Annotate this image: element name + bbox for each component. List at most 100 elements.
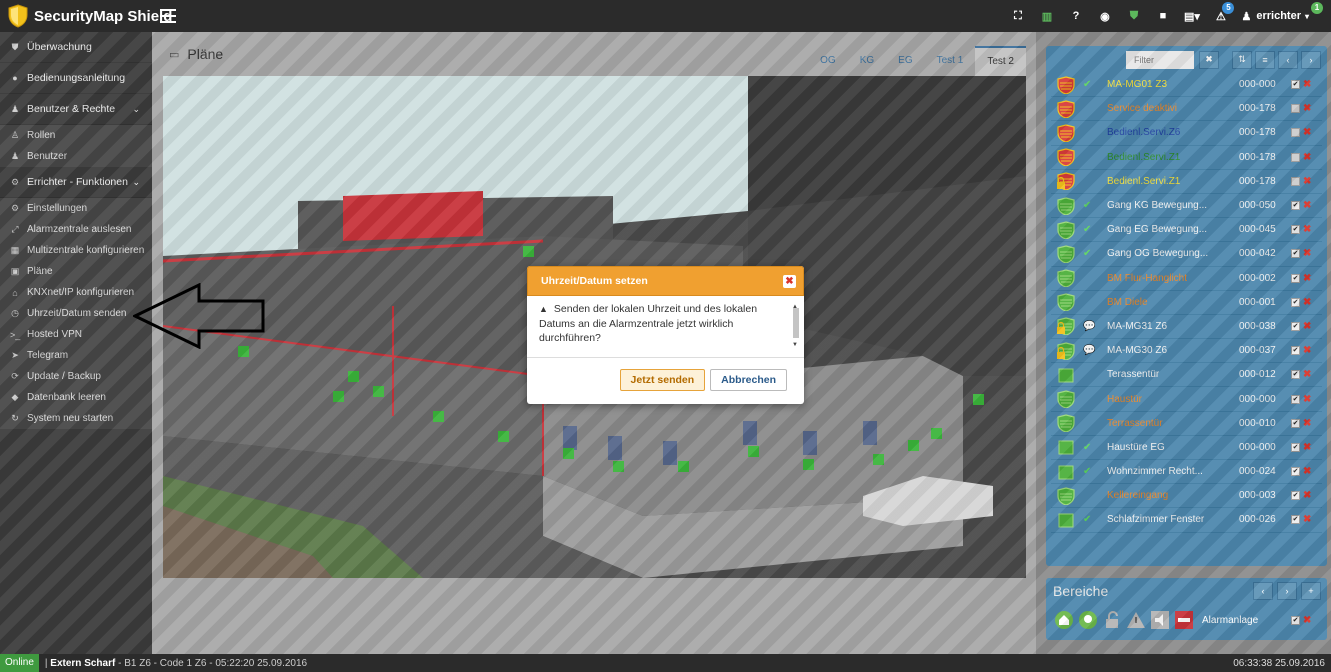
sidebar-item-settings[interactable]: ⚙ Einstellungen	[0, 198, 152, 219]
sidebar-item-read[interactable]: ⤢ Alarmzentrale auslesen	[0, 219, 152, 240]
scroll-down-icon[interactable]: ▼	[792, 338, 798, 353]
shield-status-icon[interactable]: ⛊	[1119, 0, 1148, 32]
zone-checkbox[interactable]: ✔	[1291, 418, 1300, 428]
sidebar-item-user[interactable]: ♟ Benutzer	[0, 146, 152, 167]
zone-delete-icon[interactable]: ✖	[1303, 224, 1311, 235]
zone-delete-icon[interactable]: ✖	[1303, 273, 1311, 284]
zone-checkbox[interactable]: ✔	[1291, 249, 1300, 259]
unlock-icon[interactable]	[1102, 610, 1122, 630]
zone-checkbox[interactable]: ✔	[1291, 273, 1300, 283]
zone-row[interactable]: Terrassentür 000-010 ✔ ✖	[1051, 412, 1322, 436]
zone-checkbox[interactable]: ✔	[1291, 515, 1300, 525]
zone-checkbox[interactable]: ✔	[1291, 442, 1300, 452]
zone-row[interactable]: Service deaktivi 000-178 ✔✖	[1051, 97, 1322, 122]
sidebar-item-telegram[interactable]: ➤ Telegram	[0, 345, 152, 366]
fullscreen-icon[interactable]: ⛶	[1003, 0, 1032, 32]
zone-checkbox[interactable]: ✔	[1291, 370, 1300, 380]
zone-row[interactable]: Bedienl.Servi.Z1 000-178 ✔✖	[1051, 146, 1322, 170]
zone-row[interactable]: Bedienl.Servi.Z1 000-178 ✔✖	[1051, 170, 1322, 194]
areas-add-button[interactable]: +	[1301, 582, 1321, 600]
zone-delete-icon[interactable]: ✖	[1303, 176, 1311, 187]
zone-checkbox[interactable]: ✔	[1291, 467, 1300, 477]
filter-input[interactable]	[1126, 50, 1194, 69]
zone-checkbox[interactable]: ✔	[1291, 346, 1300, 356]
zone-row[interactable]: ✔ MA-MG01 Z3 000-000 ✔ ✖	[1051, 73, 1322, 98]
zone-row[interactable]: Bedienl.Servi.Z6 000-178 ✔✖	[1051, 121, 1322, 146]
scroll-thumb[interactable]	[793, 308, 799, 338]
sidebar-item-refresh[interactable]: ⟳ Update / Backup	[0, 366, 152, 387]
areas-prev-button[interactable]: ‹	[1253, 582, 1273, 600]
zone-delete-icon[interactable]: ✖	[1303, 103, 1311, 114]
cancel-button[interactable]: Abbrechen	[710, 369, 787, 391]
zone-delete-icon[interactable]: ✖	[1303, 79, 1311, 90]
siren-icon[interactable]	[1150, 610, 1170, 630]
zone-row[interactable]: 💬 MA-MG31 Z6 000-038 ✔ ✖	[1051, 315, 1322, 340]
tab-kg[interactable]: KG	[848, 46, 886, 76]
zone-delete-icon[interactable]: ✖	[1303, 152, 1311, 163]
zone-row[interactable]: ✔ Haustüre EG 000-000 ✔ ✖	[1051, 436, 1322, 460]
zone-delete-icon[interactable]: ✖	[1303, 369, 1311, 380]
zone-checkbox[interactable]: ✔	[1291, 321, 1300, 331]
zone-checkbox[interactable]: ✔	[1291, 128, 1300, 138]
area-row[interactable]: Alarmanlage ✔ ✖	[1046, 604, 1327, 636]
zone-checkbox[interactable]: ✔	[1291, 104, 1300, 114]
home-area-icon[interactable]	[1054, 610, 1074, 630]
zone-delete-icon[interactable]: ✖	[1303, 514, 1311, 525]
user-menu[interactable]: ♟ errichter ▾ 1	[1235, 0, 1331, 32]
zone-checkbox[interactable]: ✔	[1291, 176, 1300, 186]
zone-row[interactable]: ✔ Schlafzimmer Fenster 000-026 ✔ ✖	[1051, 508, 1322, 533]
sidebar-item-map[interactable]: ▣ Pläne	[0, 261, 152, 282]
reset-icon[interactable]	[1174, 610, 1194, 630]
zone-delete-icon[interactable]: ✖	[1303, 200, 1311, 211]
help-icon[interactable]: ?	[1061, 0, 1090, 32]
zone-checkbox[interactable]: ✔	[1291, 201, 1300, 211]
sidebar-item-multi[interactable]: ▦ Multizentrale konfigurieren	[0, 240, 152, 261]
zone-row[interactable]: BM Diele 000-001 ✔ ✖	[1051, 291, 1322, 315]
zone-checkbox[interactable]: ✔	[1291, 80, 1300, 90]
alerts-icon[interactable]: ⚠ 5	[1206, 0, 1235, 32]
zone-checkbox[interactable]: ✔	[1291, 152, 1300, 162]
zone-checkbox[interactable]: ✔	[1291, 491, 1300, 501]
zone-checkbox[interactable]: ✔	[1291, 225, 1300, 235]
menu-toggle-icon[interactable]	[160, 9, 176, 23]
zone-delete-icon[interactable]: ✖	[1303, 394, 1311, 405]
zone-delete-icon[interactable]: ✖	[1303, 490, 1311, 501]
zone-delete-icon[interactable]: ✖	[1303, 297, 1311, 308]
zone-checkbox[interactable]: ✔	[1291, 394, 1300, 404]
zone-row[interactable]: Kellereingang 000-003 ✔ ✖	[1051, 484, 1322, 509]
zone-row[interactable]: ✔ Gang KG Bewegung... 000-050 ✔ ✖	[1051, 194, 1322, 219]
zone-row[interactable]: ✔ Gang EG Bewegung... 000-045 ✔ ✖	[1051, 218, 1322, 243]
tab-eg[interactable]: EG	[886, 46, 924, 76]
zone-row[interactable]: Terassentür 000-012 ✔ ✖	[1051, 363, 1322, 388]
sidebar-item-home[interactable]: ⌂ KNXnet/IP konfigurieren	[0, 282, 152, 303]
zone-delete-icon[interactable]: ✖	[1303, 466, 1311, 477]
sidebar-item-shield[interactable]: ⛊ Überwachung	[0, 32, 152, 63]
eye-icon[interactable]: ◉	[1090, 0, 1119, 32]
tab-test-1[interactable]: Test 1	[925, 46, 976, 76]
zone-delete-icon[interactable]: ✖	[1303, 127, 1311, 138]
send-now-button[interactable]: Jetzt senden	[619, 369, 706, 391]
away-area-icon[interactable]	[1078, 610, 1098, 630]
zone-delete-icon[interactable]: ✖	[1303, 248, 1311, 259]
zone-delete-icon[interactable]: ✖	[1303, 418, 1311, 429]
sidebar-item-clock[interactable]: ◷ Uhrzeit/Datum senden	[0, 303, 152, 324]
zone-checkbox[interactable]: ✔	[1291, 297, 1300, 307]
dialog-close-button[interactable]: ✖	[783, 275, 796, 288]
zone-row[interactable]: ✔ Gang OG Bewegung... 000-042 ✔ ✖	[1051, 242, 1322, 267]
sort-button[interactable]: ⇅	[1232, 50, 1252, 69]
zone-row[interactable]: ✔ Wohnzimmer Recht... 000-024 ✔ ✖	[1051, 460, 1322, 485]
sidebar-item-terminal[interactable]: >_ Hosted VPN	[0, 324, 152, 345]
sidebar-item-restart[interactable]: ↻ System neu starten	[0, 408, 152, 429]
area-delete-icon[interactable]: ✖	[1303, 615, 1311, 626]
sidebar-item-eraser[interactable]: ◆ Datenbank leeren	[0, 387, 152, 408]
zone-row[interactable]: 💬 MA-MG30 Z6 000-037 ✔ ✖	[1051, 339, 1322, 364]
camera-icon[interactable]: ■	[1148, 0, 1177, 32]
tab-og[interactable]: OG	[808, 46, 848, 76]
areas-next-button[interactable]: ›	[1277, 582, 1297, 600]
sidebar-item-role[interactable]: ♙ Rollen	[0, 125, 152, 146]
columns-icon[interactable]: ▥	[1032, 0, 1061, 32]
clear-filter-button[interactable]: ✖	[1199, 50, 1219, 69]
next-page-button[interactable]: ›	[1301, 50, 1321, 69]
zone-row[interactable]: BM Flur-Hanglicht 000-002 ✔ ✖	[1051, 267, 1322, 291]
zone-delete-icon[interactable]: ✖	[1303, 321, 1311, 332]
